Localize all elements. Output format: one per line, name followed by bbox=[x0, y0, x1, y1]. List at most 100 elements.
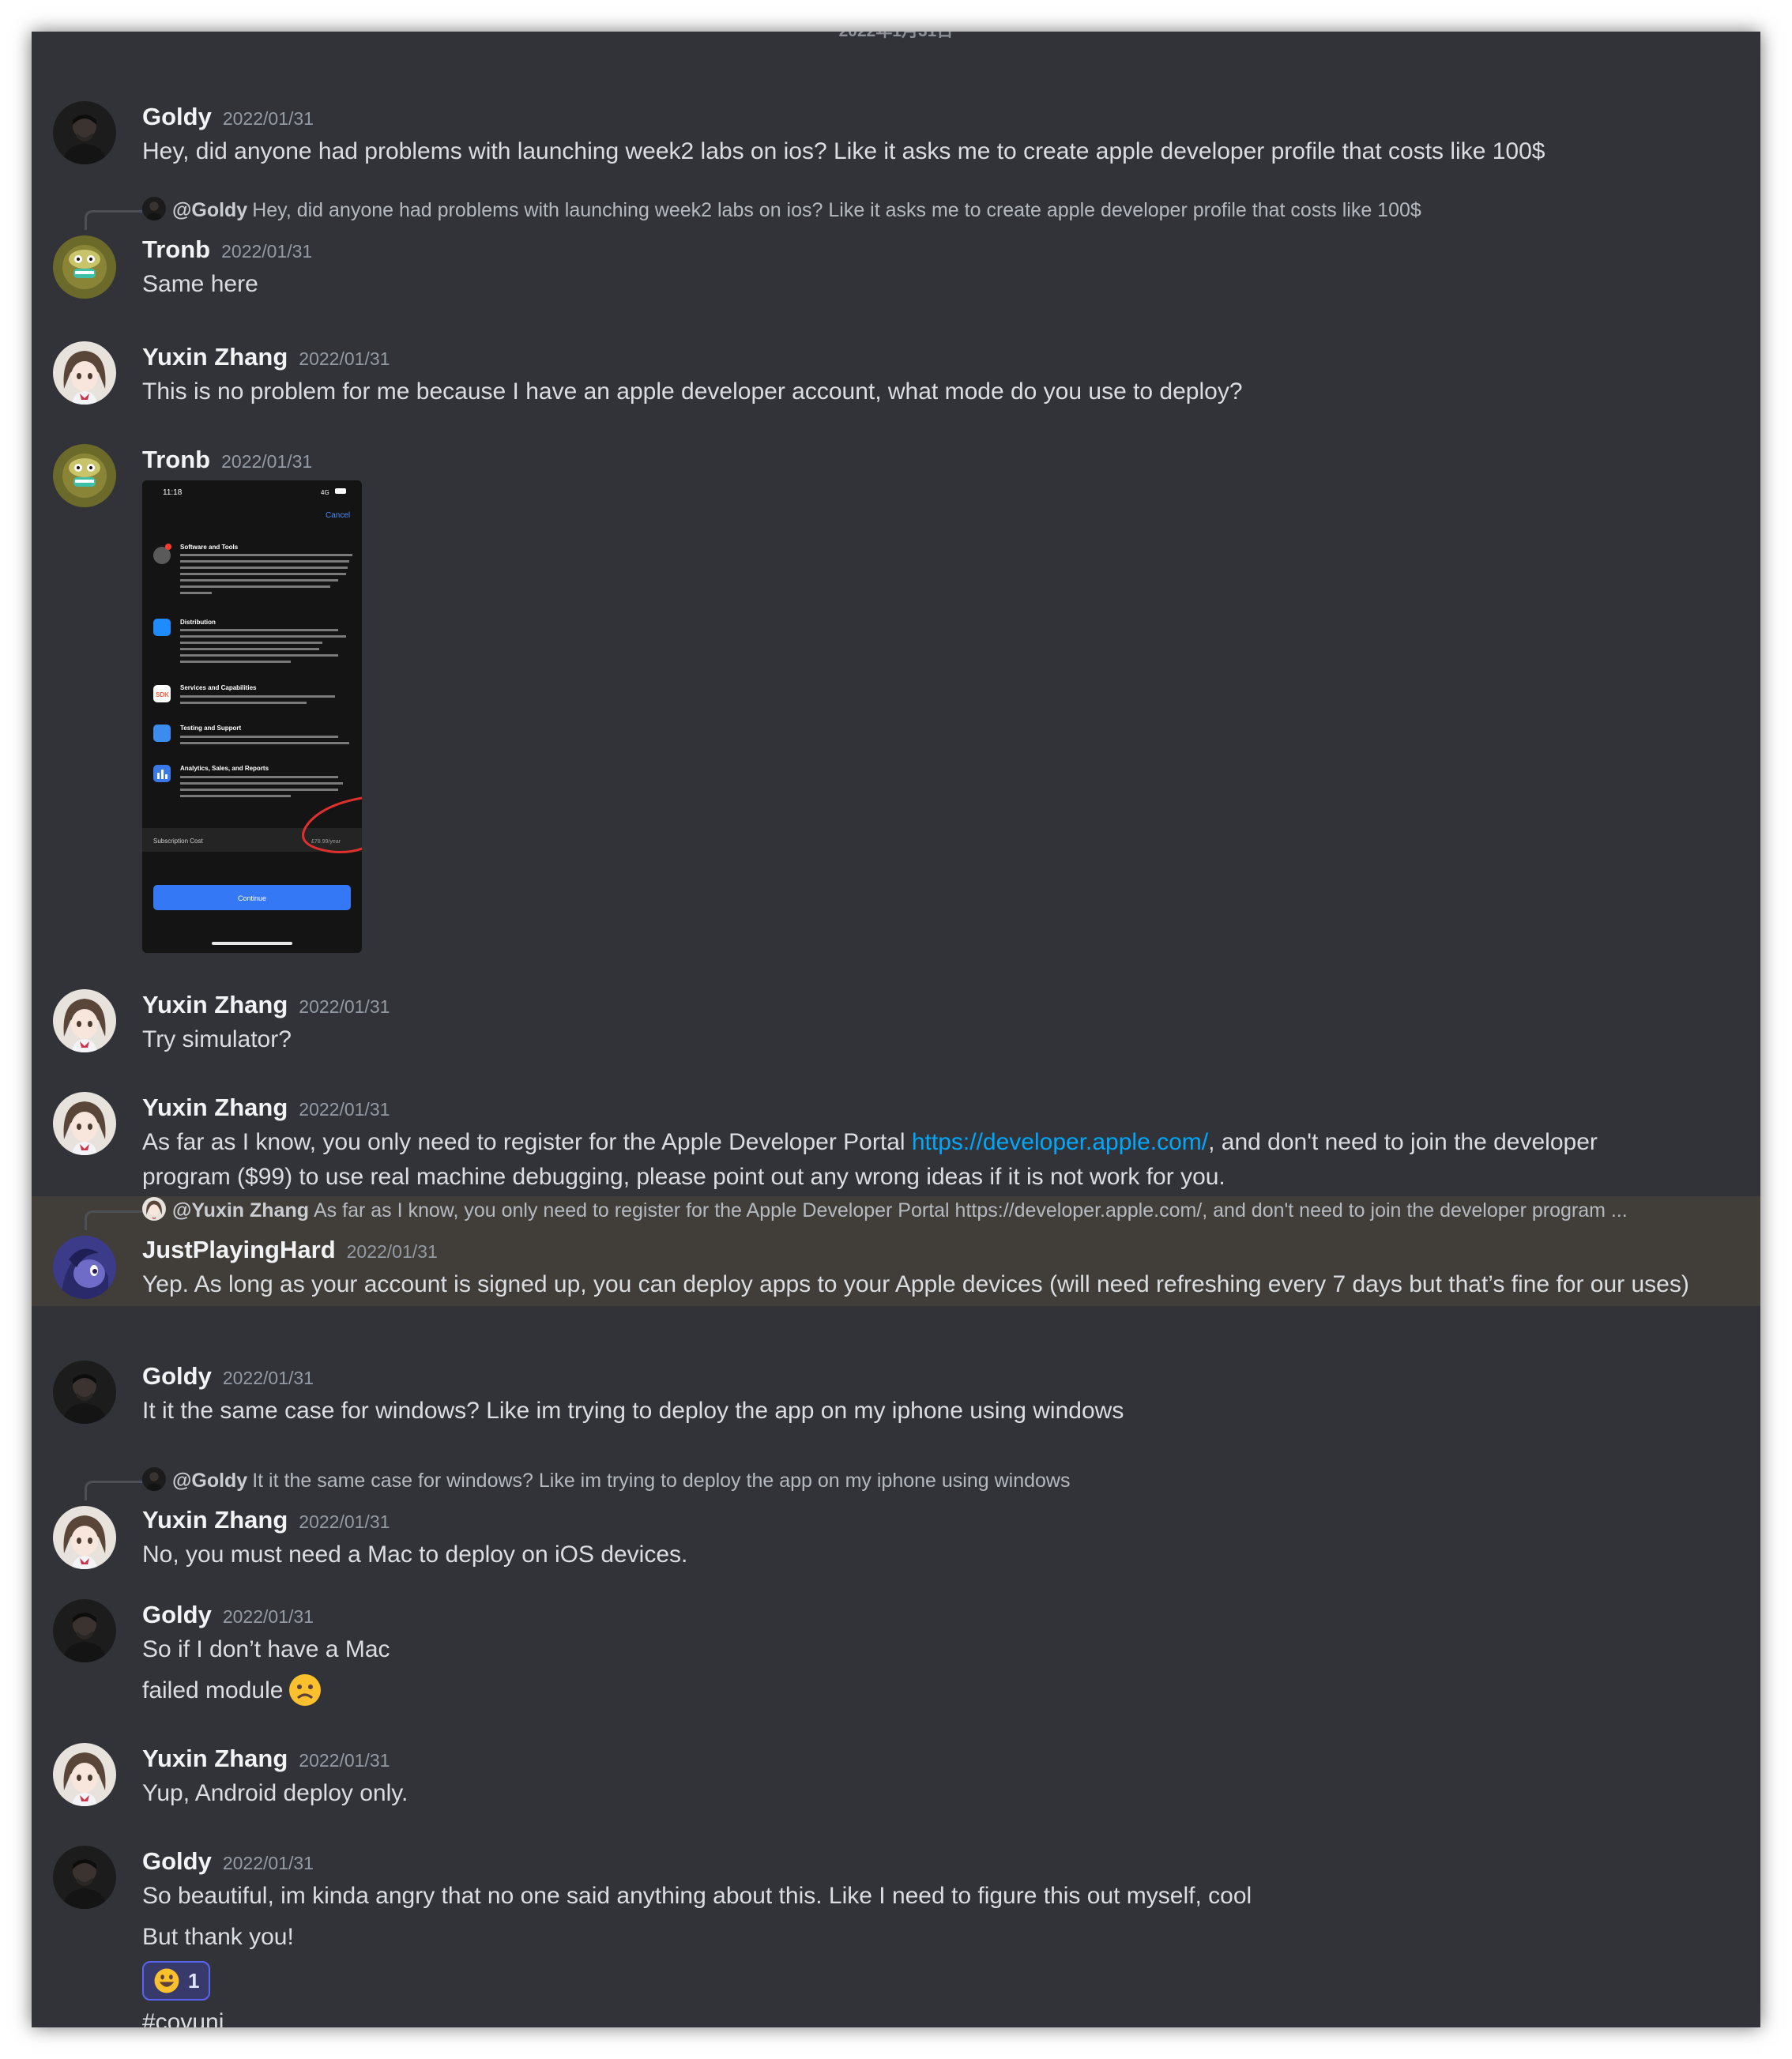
message-text: Same here bbox=[142, 271, 258, 297]
message-text-line2: But thank you! bbox=[142, 1924, 294, 1950]
reply-mention[interactable]: @Yuxin Zhang bbox=[172, 1199, 309, 1221]
avatar[interactable] bbox=[53, 341, 116, 405]
timestamp: 2022/01/31 bbox=[299, 1099, 390, 1120]
phone-section-title: Software and Tools bbox=[180, 544, 239, 551]
frowning-face-emoji-icon bbox=[289, 1674, 322, 1707]
tronb-avatar-icon bbox=[53, 235, 116, 299]
avatar[interactable] bbox=[53, 989, 116, 1052]
message-tronb-attachment: Tronb 2022/01/31 11:18 4G Cancel Software… bbox=[32, 411, 1760, 964]
phone-continue-label: Continue bbox=[238, 894, 266, 902]
phone-subscription-price: £78.99/year bbox=[311, 839, 341, 845]
home-indicator bbox=[212, 942, 292, 945]
phone-cancel-button: Cancel bbox=[326, 511, 350, 520]
avatar[interactable] bbox=[53, 444, 116, 507]
author-name[interactable]: Goldy bbox=[142, 103, 212, 130]
avatar[interactable] bbox=[53, 1506, 116, 1569]
reaction-button[interactable]: 1 bbox=[142, 1961, 211, 2001]
message-yuxin-3: Yuxin Zhang 2022/01/31 As far as I know, … bbox=[32, 1059, 1760, 1190]
justplayinghard-avatar-icon bbox=[53, 1236, 116, 1299]
reply-connector bbox=[85, 210, 142, 230]
message-yuxin-4: Yuxin Zhang 2022/01/31 Yup, Android deplo… bbox=[32, 1710, 1760, 1806]
author-name[interactable]: Tronb bbox=[142, 446, 210, 473]
message-text: Hey, did anyone had problems with launch… bbox=[142, 138, 1545, 164]
goldy-avatar-icon bbox=[53, 1846, 116, 1909]
timestamp: 2022/01/31 bbox=[299, 1511, 390, 1532]
avatar[interactable] bbox=[53, 1361, 116, 1424]
message-text: It it the same case for windows? Like im… bbox=[142, 1398, 1124, 1424]
reply-preview[interactable]: @Goldy It it the same case for windows? L… bbox=[142, 1466, 1729, 1495]
author-name[interactable]: Yuxin Zhang bbox=[142, 1745, 288, 1772]
message-text: So beautiful, im kinda angry that no one… bbox=[142, 1883, 1252, 1909]
message-yuxin-2: Yuxin Zhang 2022/01/31 Try simulator? bbox=[32, 956, 1760, 1052]
author-name[interactable]: Tronb bbox=[142, 235, 210, 263]
message-justplayinghard-reply: @Yuxin Zhang As far as I know, you only n… bbox=[32, 1196, 1760, 1306]
failed-module-text: failed module bbox=[142, 1677, 284, 1703]
message-goldy-4: Goldy 2022/01/31 So beautiful, im kinda a… bbox=[32, 1812, 1760, 2027]
chat-panel: 2022年1月31日 Goldy 2022/01/31 Hey, did anyo… bbox=[32, 32, 1760, 2027]
timestamp: 2022/01/31 bbox=[299, 348, 390, 369]
channel-tag[interactable]: #covuni bbox=[142, 2005, 1729, 2027]
yuxin-avatar-icon bbox=[53, 989, 116, 1052]
timestamp: 2022/01/31 bbox=[346, 1241, 438, 1262]
reaction-count: 1 bbox=[188, 1968, 200, 1993]
author-name[interactable]: Yuxin Zhang bbox=[142, 991, 288, 1018]
battery-icon bbox=[335, 488, 346, 494]
avatar[interactable] bbox=[53, 235, 116, 299]
text-before-link: As far as I know, you only need to regis… bbox=[142, 1129, 912, 1155]
message-goldy-2: Goldy 2022/01/31 It it the same case for … bbox=[32, 1327, 1760, 1424]
author-name[interactable]: Yuxin Zhang bbox=[142, 343, 288, 371]
timestamp: 2022/01/31 bbox=[221, 451, 313, 472]
avatar[interactable] bbox=[53, 1743, 116, 1806]
goldy-avatar-icon bbox=[142, 1467, 166, 1492]
svg-text:SDK: SDK bbox=[156, 691, 169, 698]
reply-preview[interactable]: @Yuxin Zhang As far as I know, you only n… bbox=[142, 1196, 1729, 1225]
message-yuxin-1: Yuxin Zhang 2022/01/31 This is no problem… bbox=[32, 308, 1760, 405]
reply-preview[interactable]: @Goldy Hey, did anyone had problems with … bbox=[142, 196, 1729, 224]
message-goldy-3: Goldy 2022/01/31 So if I don’t have a Mac… bbox=[32, 1566, 1760, 1707]
author-name[interactable]: Yuxin Zhang bbox=[142, 1093, 288, 1121]
message-yuxin-reply: @Goldy It it the same case for windows? L… bbox=[32, 1436, 1760, 1569]
avatar[interactable] bbox=[53, 1092, 116, 1155]
message-text: Yup, Android deploy only. bbox=[142, 1780, 408, 1806]
yuxin-avatar-icon bbox=[53, 1743, 116, 1806]
reply-connector bbox=[85, 1210, 142, 1230]
message-tronb-reply: @Goldy Hey, did anyone had problems with … bbox=[32, 166, 1760, 299]
goldy-avatar-icon bbox=[53, 1361, 116, 1424]
timestamp: 2022/01/31 bbox=[299, 996, 390, 1017]
app-store-icon bbox=[153, 619, 171, 636]
timestamp: 2022/01/31 bbox=[299, 1750, 390, 1771]
message-text: Yep. As long as your account is signed u… bbox=[142, 1271, 1689, 1297]
message-text: Try simulator? bbox=[142, 1026, 292, 1052]
avatar[interactable] bbox=[53, 1236, 116, 1299]
author-name[interactable]: Goldy bbox=[142, 1362, 212, 1390]
avatar[interactable] bbox=[53, 1599, 116, 1662]
goldy-avatar-icon bbox=[53, 1599, 116, 1662]
image-attachment[interactable]: 11:18 4G Cancel Software and Tools Distr… bbox=[142, 480, 362, 953]
author-name[interactable]: Goldy bbox=[142, 1601, 212, 1628]
reply-mention[interactable]: @Goldy bbox=[172, 1470, 247, 1492]
phone-section-title: Analytics, Sales, and Reports bbox=[180, 765, 269, 772]
goldy-avatar-icon bbox=[142, 197, 166, 221]
timestamp: 2022/01/31 bbox=[221, 241, 313, 262]
author-name[interactable]: Goldy bbox=[142, 1847, 212, 1875]
message-goldy-1: Goldy 2022/01/31 Hey, did anyone had prob… bbox=[32, 68, 1760, 164]
tronb-avatar-icon bbox=[53, 444, 116, 507]
phone-section-title: Services and Capabilities bbox=[180, 684, 257, 691]
timestamp: 2022/01/31 bbox=[222, 1606, 314, 1627]
reply-text: Hey, did anyone had problems with launch… bbox=[252, 199, 1421, 221]
reply-mention[interactable]: @Goldy bbox=[172, 199, 247, 221]
author-name[interactable]: Yuxin Zhang bbox=[142, 1506, 288, 1534]
author-name[interactable]: JustPlayingHard bbox=[142, 1236, 336, 1263]
developer-portal-link[interactable]: https://developer.apple.com/ bbox=[912, 1129, 1208, 1155]
yuxin-avatar-icon bbox=[53, 341, 116, 405]
avatar[interactable] bbox=[53, 1846, 116, 1909]
message-text: So if I don’t have a Mac bbox=[142, 1636, 390, 1662]
message-text: This is no problem for me because I have… bbox=[142, 378, 1243, 405]
timestamp: 2022/01/31 bbox=[222, 108, 314, 129]
phone-subscription-label: Subscription Cost bbox=[153, 838, 203, 845]
reply-text: It it the same case for windows? Like im… bbox=[252, 1470, 1071, 1492]
smiley-emoji-icon bbox=[154, 1968, 179, 1993]
yuxin-avatar-icon bbox=[53, 1092, 116, 1155]
avatar[interactable] bbox=[53, 101, 116, 164]
yuxin-avatar-icon bbox=[53, 1506, 116, 1569]
